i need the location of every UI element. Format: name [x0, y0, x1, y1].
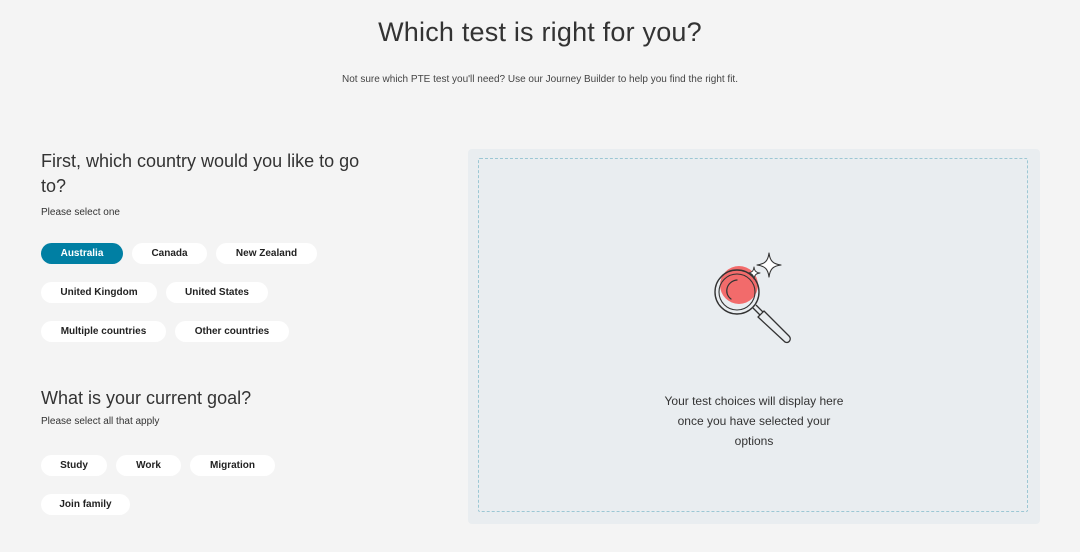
results-message-line: once you have selected your — [677, 414, 831, 428]
goal-option-migration[interactable]: Migration — [190, 455, 275, 476]
results-panel: Your test choices will display here once… — [468, 149, 1040, 524]
page-title: Which test is right for you? — [378, 17, 702, 47]
page: Which test is right for you? Not sure wh… — [0, 0, 1080, 552]
country-question-heading: First, which country would you like to g… — [41, 151, 360, 196]
results-message-line: options — [734, 434, 774, 448]
goal-question: What is your current goal? Please select… — [41, 386, 381, 427]
country-option-australia[interactable]: Australia — [41, 243, 123, 264]
page-subtitle: Not sure which PTE test you'll need? Use… — [341, 74, 738, 85]
country-question-hint: Please select one — [41, 207, 120, 218]
country-option-other-countries[interactable]: Other countries — [175, 321, 289, 342]
results-placeholder-message: Your test choices will display here once… — [479, 391, 1029, 451]
goal-question-heading: What is your current goal? — [41, 388, 252, 408]
country-option-united-kingdom[interactable]: United Kingdom — [41, 282, 157, 303]
country-option-new-zealand[interactable]: New Zealand — [216, 243, 317, 264]
results-panel-dropzone: Your test choices will display here once… — [478, 158, 1028, 512]
country-option-multiple-countries[interactable]: Multiple countries — [41, 321, 166, 342]
goal-question-hint: Please select all that apply — [41, 416, 160, 427]
country-question: First, which country would you like to g… — [41, 149, 381, 218]
country-option-canada[interactable]: Canada — [132, 243, 207, 264]
country-option-united-states[interactable]: United States — [166, 282, 268, 303]
magnifying-glass-sparkle-icon — [711, 247, 811, 357]
goal-option-study[interactable]: Study — [41, 455, 107, 476]
goal-option-join-family[interactable]: Join family — [41, 494, 130, 515]
goal-option-work[interactable]: Work — [116, 455, 181, 476]
results-message-line: Your test choices will display here — [664, 394, 844, 408]
